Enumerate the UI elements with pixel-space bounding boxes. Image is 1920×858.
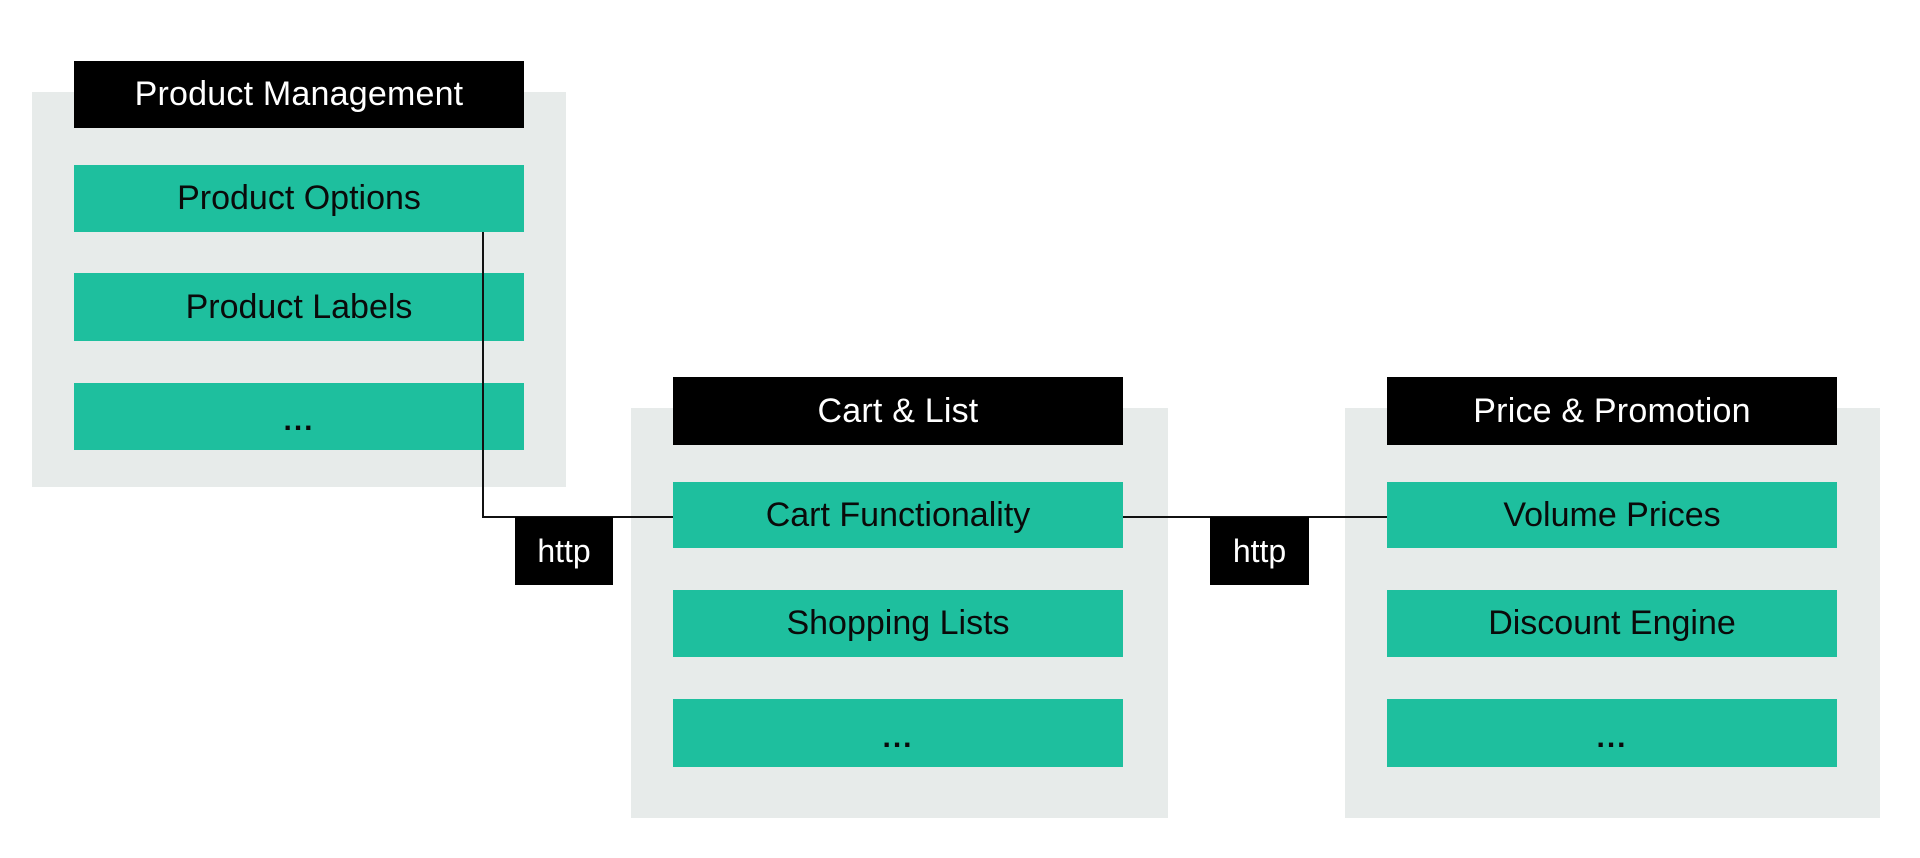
item-more[interactable]: ... <box>673 699 1123 767</box>
http-badge: http <box>1210 517 1309 585</box>
cart-list-header: Cart & List <box>673 377 1123 445</box>
group-title: Price & Promotion <box>1473 391 1751 430</box>
item-more[interactable]: ... <box>74 383 524 450</box>
connection-label: http <box>1232 532 1287 569</box>
item-label: Discount Engine <box>1488 604 1736 642</box>
item-label: ... <box>882 721 914 754</box>
item-label: ... <box>283 404 315 437</box>
item-label: Product Labels <box>185 287 413 326</box>
item-label: Cart Functionality <box>765 495 1031 534</box>
connector-line-vertical <box>482 232 484 518</box>
item-label: ... <box>1596 721 1628 754</box>
item-more[interactable]: ... <box>1387 699 1837 767</box>
item-label: Shopping Lists <box>786 604 1010 642</box>
price-promotion-header: Price & Promotion <box>1387 377 1837 445</box>
item-label: Product Options <box>177 179 421 217</box>
connection-label: http <box>537 532 591 569</box>
group-title: Product Management <box>134 75 464 113</box>
item-product-labels[interactable]: Product Labels <box>74 273 524 341</box>
item-cart-functionality[interactable]: Cart Functionality <box>673 482 1123 548</box>
item-product-options[interactable]: Product Options <box>74 165 524 232</box>
group-title: Cart & List <box>817 391 979 430</box>
item-discount-engine[interactable]: Discount Engine <box>1387 590 1837 657</box>
item-label: Volume Prices <box>1503 495 1721 534</box>
item-volume-prices[interactable]: Volume Prices <box>1387 482 1837 548</box>
http-badge: http <box>515 517 613 585</box>
product-management-header: Product Management <box>74 61 524 128</box>
item-shopping-lists[interactable]: Shopping Lists <box>673 590 1123 657</box>
